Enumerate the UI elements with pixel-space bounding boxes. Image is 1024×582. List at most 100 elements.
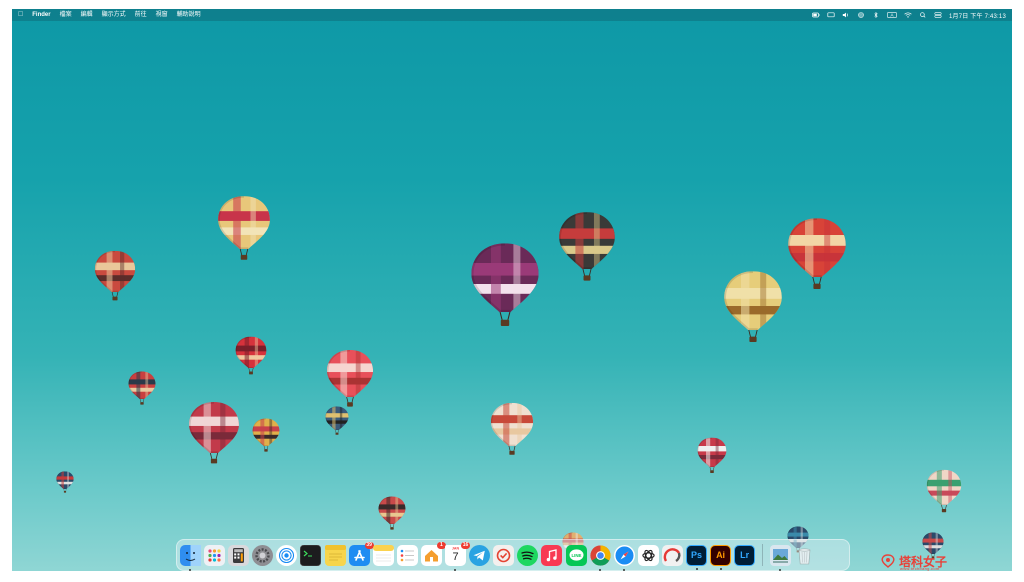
battery-icon[interactable] [812,12,820,18]
dock-app-store[interactable]: 39 [348,541,374,566]
balloon-image [558,209,616,287]
menu-app-name[interactable]: Finder [32,9,50,21]
balloon-image [217,193,271,266]
finder-icon [180,544,201,566]
illustrator-icon: Ai [716,550,726,560]
todoist-icon [493,544,515,566]
dock-trash[interactable] [794,545,815,566]
dock-calculator[interactable] [228,544,250,566]
control-center-icon[interactable] [934,12,942,18]
running-indicator [598,568,601,571]
balloon-image [326,347,374,412]
dock-calendar[interactable]: JAN 7 16 [445,541,471,571]
dock-spotify[interactable] [517,544,539,566]
recorder-icon [661,544,683,566]
line-icon: LINE [565,544,587,566]
menu-bar-clock[interactable]: 1月7日 下午 7:43:13 [949,11,1006,20]
running-indicator [720,567,723,570]
balloon-image [378,494,406,534]
spotify-icon [517,544,539,566]
photoshop-icon: Ps [690,550,702,560]
dock-gear[interactable] [252,544,274,566]
dock-airdrop[interactable] [276,544,298,566]
dock-chatgpt[interactable] [637,544,659,566]
dock-home[interactable]: 1 [420,541,446,566]
svg-text:LINE: LINE [571,552,581,557]
balloon-image [56,469,74,496]
calendar-day: 7 [452,550,459,563]
notes-icon [372,544,394,566]
volume-icon[interactable] [842,12,850,18]
dock-notes[interactable] [372,544,394,566]
safari-icon [613,544,635,566]
dock-reminders[interactable] [396,544,418,566]
menu-file[interactable]: 檔案 [60,9,72,21]
running-indicator [189,568,191,571]
dock-preview[interactable] [770,544,792,571]
dock-photoshop[interactable]: Ps [685,544,707,570]
calculator-icon [228,544,250,566]
watermark: 塔科女子 www.techbang.com [880,552,970,571]
balloon-image [325,404,349,439]
dock-recorder[interactable] [661,544,683,566]
balloon-image [470,240,540,334]
dock-music[interactable] [541,544,563,566]
menu-help[interactable]: 輔助說明 [177,9,201,21]
svg-text:A: A [890,13,893,18]
dock-safari[interactable] [613,544,635,571]
stickies-icon [324,544,346,566]
gear-icon [252,544,274,566]
dock-telegram[interactable] [469,544,491,566]
music-icon [541,544,563,566]
balloon-image [787,215,847,296]
chrome-icon [590,544,611,566]
wifi-icon[interactable] [904,12,912,18]
watermark-logo-icon [881,554,895,568]
lightroom-icon: Lr [740,550,750,560]
watermark-url: www.techbang.com [900,566,940,571]
balloon-image [252,416,280,456]
running-indicator [779,568,782,571]
balloon-image [490,400,534,460]
input-source-icon[interactable]: A [887,12,897,18]
airdrop-icon [276,544,298,566]
balloon-image [128,369,156,409]
running-indicator [622,568,625,571]
desktop:  Finder 檔案 編輯 顯示方式 前往 視窗 輔助說明 A 1月7日 下午… [12,9,1012,571]
menu-bar:  Finder 檔案 編輯 顯示方式 前往 視窗 輔助說明 A 1月7日 下午… [12,9,1012,21]
running-indicator [454,568,457,571]
balloon-image [188,399,240,470]
dock-separator [762,544,764,566]
apple-menu-icon[interactable]:  [18,9,23,21]
chatgpt-icon [637,544,659,566]
display-icon[interactable] [827,12,835,18]
dock-launchpad[interactable] [204,544,226,566]
dock-lightroom[interactable]: Lr [734,544,756,566]
reminders-icon [396,544,418,566]
menu-edit[interactable]: 編輯 [81,9,93,21]
bluetooth-icon[interactable] [872,12,880,18]
telegram-icon [469,544,491,566]
svg-text:JAN: JAN [452,546,460,550]
dock-line[interactable]: LINE [565,544,587,566]
launchpad-icon [204,544,226,566]
balloon-image [697,435,727,477]
menu-window[interactable]: 視窗 [156,9,168,21]
dock-todoist[interactable] [493,544,515,566]
airdrop-icon[interactable] [857,12,865,18]
dock-illustrator[interactable]: Ai [710,544,732,570]
dock-chrome[interactable] [590,544,611,571]
balloon-image [926,467,962,517]
trash-icon [794,545,815,566]
balloon-image [723,268,783,349]
balloon-image [235,334,267,379]
dock-finder[interactable] [180,544,201,571]
menu-go[interactable]: 前往 [135,9,147,21]
menu-view[interactable]: 顯示方式 [102,9,126,21]
running-indicator [695,567,698,570]
dock-stickies[interactable] [324,544,346,566]
dock: 39 1 JAN 7 16 LINE Ps Ai Lr [176,539,850,571]
terminal-icon [300,544,322,566]
search-icon[interactable] [919,12,927,18]
dock-terminal[interactable] [300,544,322,566]
